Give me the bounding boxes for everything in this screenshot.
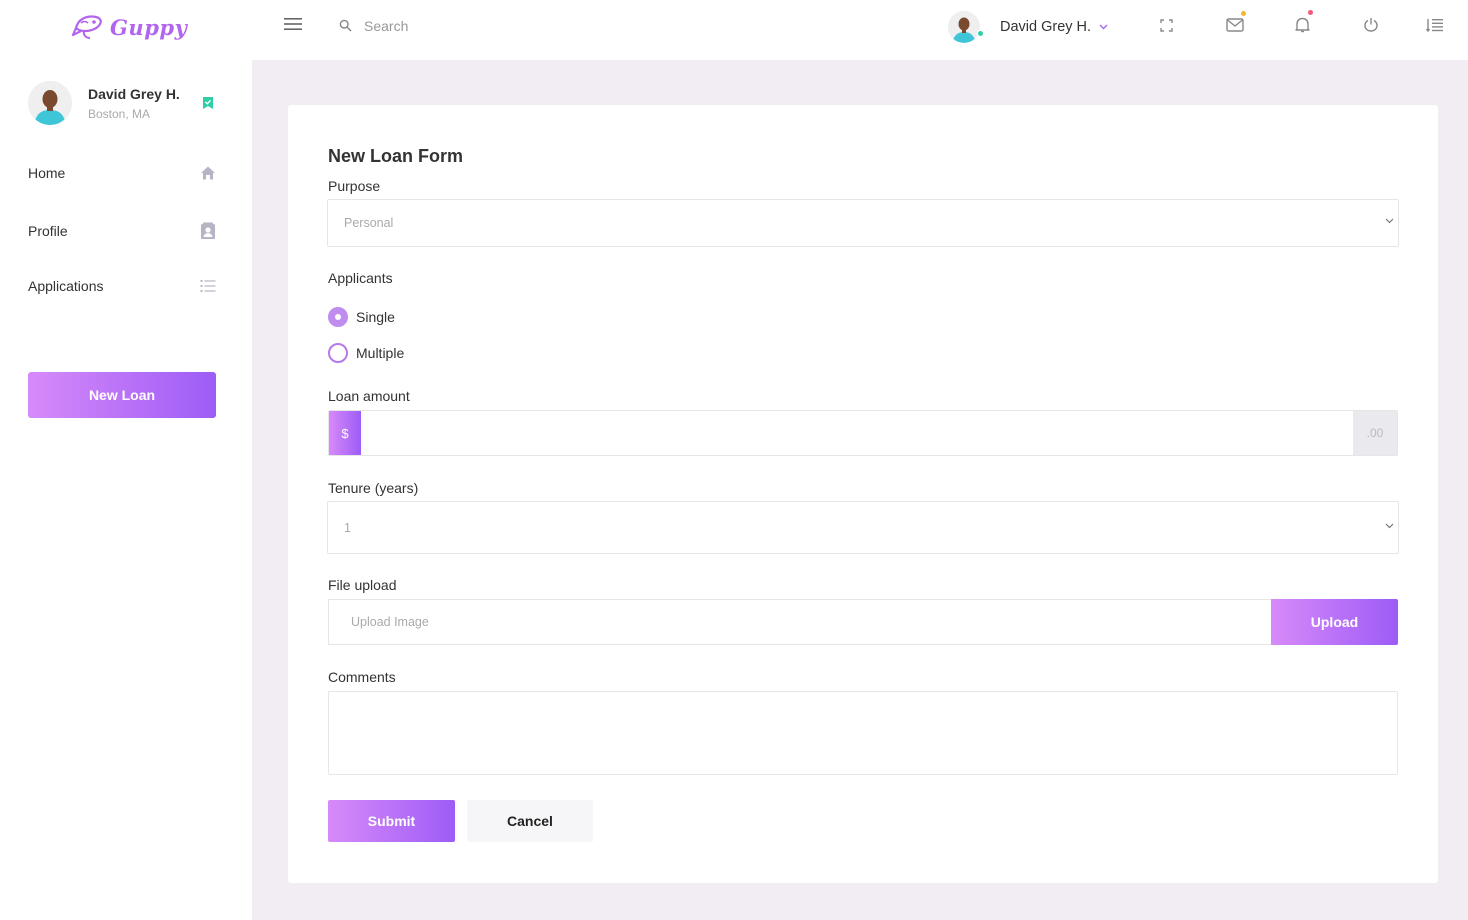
sidebar-item-label: Profile: [28, 223, 68, 239]
loan-form-card: New Loan Form Purpose Personal Applicant…: [288, 105, 1438, 883]
purpose-select[interactable]: Personal: [327, 199, 1399, 247]
cancel-button[interactable]: Cancel: [467, 800, 593, 842]
fullscreen-button[interactable]: [1160, 19, 1173, 37]
bell-badge-dot: [1308, 10, 1313, 15]
sidebar: Guppy David Grey H. Boston, MA Home Prof…: [0, 0, 252, 920]
avatar[interactable]: [28, 81, 72, 125]
sidebar-item-label: Home: [28, 165, 66, 181]
tenure-value: 1: [344, 520, 351, 535]
new-loan-button[interactable]: New Loan: [28, 372, 216, 418]
user-avatar-icon: [948, 11, 980, 43]
hamburger-icon: [284, 18, 302, 30]
logout-button[interactable]: [1364, 17, 1378, 37]
right-panel-toggle[interactable]: [1425, 18, 1444, 37]
chevron-down-icon: [1385, 523, 1394, 528]
search-icon[interactable]: [339, 19, 352, 37]
loan-amount-label: Loan amount: [328, 388, 410, 404]
radio-single[interactable]: [328, 307, 348, 327]
user-avatar-icon: [28, 81, 72, 125]
sidebar-profile[interactable]: David Grey H. Boston, MA: [28, 80, 224, 126]
radio-multiple[interactable]: [328, 343, 348, 363]
comments-textarea[interactable]: [328, 691, 1398, 775]
sidebar-item-profile[interactable]: Profile: [28, 219, 216, 243]
profile-location: Boston, MA: [88, 106, 151, 121]
sidebar-item-home[interactable]: Home: [28, 161, 216, 185]
fullscreen-icon: [1160, 19, 1173, 32]
profile-name: David Grey H.: [88, 85, 180, 102]
purpose-value: Personal: [344, 216, 394, 230]
avatar[interactable]: [948, 11, 984, 43]
power-icon: [1364, 18, 1378, 32]
tenure-select[interactable]: 1: [327, 501, 1399, 554]
verified-bookmark-icon: [202, 96, 214, 115]
user-menu[interactable]: David Grey H.: [948, 10, 1108, 44]
file-upload-label: File upload: [328, 577, 397, 593]
notifications-button[interactable]: [1295, 10, 1313, 38]
header-user-name: David Grey H.: [1000, 19, 1092, 35]
fish-logo-icon: [72, 15, 102, 39]
profile-text: David Grey H. Boston, MA: [88, 86, 180, 121]
mail-button[interactable]: [1226, 11, 1246, 37]
applicant-option-single[interactable]: Single: [328, 307, 395, 327]
cents-suffix: .00: [1353, 411, 1397, 455]
bell-icon: [1295, 17, 1310, 33]
list-icon: [200, 280, 216, 292]
brand-logo[interactable]: Guppy: [72, 12, 187, 42]
currency-prefix: $: [329, 411, 361, 455]
sidebar-item-label: Applications: [28, 278, 104, 294]
file-upload-group: Upload: [328, 599, 1398, 645]
radio-label: Multiple: [356, 345, 405, 361]
applicants-label: Applicants: [328, 270, 393, 286]
online-status-dot: [977, 30, 984, 37]
sidebar-item-applications[interactable]: Applications: [28, 274, 216, 298]
loan-amount-group: $ .00: [328, 410, 1398, 456]
home-icon: [201, 166, 215, 180]
upload-button[interactable]: Upload: [1271, 599, 1398, 645]
submit-button[interactable]: Submit: [328, 800, 455, 842]
purpose-label: Purpose: [328, 178, 381, 194]
search-input[interactable]: [364, 14, 604, 38]
mail-badge-dot: [1241, 11, 1246, 16]
mail-icon: [1226, 18, 1244, 32]
comments-label: Comments: [328, 669, 396, 685]
brand-name: Guppy: [110, 14, 188, 40]
applicant-option-multiple[interactable]: Multiple: [328, 343, 404, 363]
file-upload-input[interactable]: [328, 599, 1271, 645]
chevron-down-icon: [1099, 24, 1108, 30]
tenure-label: Tenure (years): [328, 480, 419, 496]
contact-card-icon: [201, 222, 215, 239]
chevron-down-icon: [1385, 218, 1394, 224]
page-title: New Loan Form: [328, 146, 464, 166]
top-header: David Grey H.: [252, 0, 1468, 60]
radio-label: Single: [356, 309, 395, 325]
menu-toggle[interactable]: [284, 17, 302, 36]
loan-amount-input[interactable]: [361, 411, 1353, 455]
indent-list-icon: [1425, 19, 1443, 33]
